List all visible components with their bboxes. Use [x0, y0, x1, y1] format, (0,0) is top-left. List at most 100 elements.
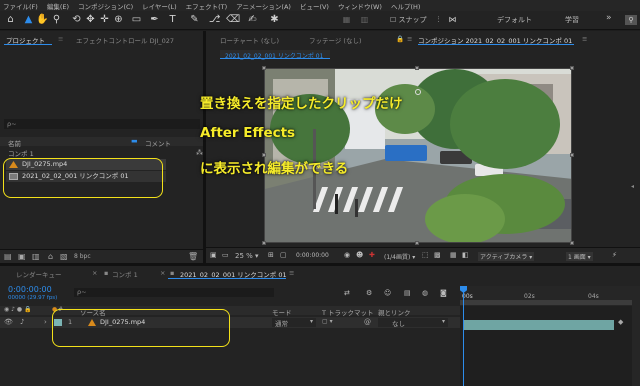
mask-icon[interactable]: ▢ — [280, 251, 287, 259]
visibility-eye-icon[interactable]: 👁 — [4, 318, 13, 326]
frame-blend-icon[interactable]: ▤ — [404, 289, 411, 297]
eraser-tool-icon[interactable]: ⌫ — [226, 13, 240, 27]
transform-handle-tl[interactable] — [262, 66, 266, 70]
menu-icon[interactable]: ≡ — [407, 35, 412, 43]
tab-effect-controls[interactable]: エフェクトコントロール DJI_027 — [76, 35, 174, 45]
trash-icon[interactable]: ▧ — [60, 252, 68, 261]
bpc-label[interactable]: 8 bpc — [74, 253, 91, 260]
delete-icon[interactable]: ⌂ — [48, 252, 53, 261]
current-time-display[interactable]: 0:00:00:00 — [296, 252, 329, 259]
project-item-comp1[interactable]: コンポ 1 — [8, 148, 34, 158]
tab-render-queue[interactable]: レンダーキュー — [16, 269, 62, 279]
transform-handle-tc[interactable] — [415, 66, 419, 70]
comp-mini-flowchart-icon[interactable]: ⇄ — [344, 289, 350, 297]
timeline-scrollbar[interactable] — [632, 286, 640, 386]
audio-icon[interactable]: ♪ — [20, 318, 24, 326]
shy-icon[interactable]: ☺ — [384, 289, 391, 297]
tab-footage[interactable]: フッテージ (なし) — [309, 35, 362, 45]
anchor-tool-icon[interactable]: ⊕ — [112, 13, 125, 27]
rectangle-tool-icon[interactable]: ▭ — [130, 13, 143, 27]
trash-delete-icon[interactable]: 🗑 — [188, 252, 198, 261]
trackmatte-select[interactable]: ▢ ▾ — [322, 318, 333, 325]
hand-tool-icon[interactable]: ✋ — [36, 13, 49, 27]
clone-stamp-tool-icon[interactable]: ⎇ — [208, 13, 221, 27]
menu-effect[interactable]: エフェクト(T) — [186, 1, 228, 11]
new-folder-icon[interactable]: ▣ — [18, 252, 26, 261]
view-layout-select[interactable]: 1 画面 ▾ — [566, 252, 593, 261]
grid-icon[interactable]: ⊞ — [268, 251, 274, 259]
new-comp-icon[interactable]: ▥ — [32, 252, 40, 261]
camera-tool-icon[interactable]: ✥ — [84, 13, 97, 27]
layer-duration-bar[interactable] — [464, 320, 614, 330]
puppet-tool-icon[interactable]: ✱ — [268, 13, 281, 27]
comp-breadcrumb[interactable]: 2021_02_02_001 リンクコンポ 01 — [220, 50, 330, 60]
workspace-default[interactable]: デフォルト — [497, 15, 532, 25]
selection-tool-icon[interactable]: ▲ — [22, 13, 35, 27]
snapshot-icon[interactable]: ◉ — [344, 251, 350, 259]
timeline-search-input[interactable]: ρ~ — [74, 288, 274, 297]
layer-end-marker-icon[interactable]: ◆ — [618, 318, 623, 326]
lock-icon[interactable]: 🔒 — [396, 35, 404, 43]
menu-layer[interactable]: レイヤー(L) — [142, 1, 177, 11]
zoom-select[interactable]: 25 % ▾ — [235, 252, 259, 260]
workspace-more[interactable]: » — [606, 13, 612, 23]
menu-help[interactable]: ヘルプ(H) — [391, 1, 420, 11]
pickwhip-icon[interactable]: @ — [364, 318, 371, 326]
panel-menu-icon[interactable]: ≡ — [582, 35, 587, 43]
menu-window[interactable]: ウィンドウ(W) — [338, 1, 382, 11]
timeline-area[interactable]: 00s 02s 04s ◆ — [460, 286, 640, 386]
tab-flowchart[interactable]: ローチャート (なし) — [220, 35, 279, 45]
snap-icon[interactable]: ⫶ — [432, 13, 445, 27]
col-mode-header[interactable]: モード — [272, 307, 292, 317]
pan-behind-tool-icon[interactable]: ✛ — [98, 13, 111, 27]
monitor-icon[interactable]: ▭ — [222, 251, 229, 259]
search-help-icon[interactable]: ⚲ — [625, 15, 637, 25]
align-icon[interactable]: ▦ — [340, 13, 353, 27]
layer-mode-select[interactable]: 通常 ▾ — [272, 318, 316, 328]
brush-tool-icon[interactable]: ✎ — [188, 13, 201, 27]
3d-view-icon[interactable]: ▦ — [450, 251, 457, 259]
channel-icon[interactable]: ✚ — [369, 251, 375, 259]
transform-handle-mr[interactable] — [570, 153, 574, 157]
fast-preview-icon[interactable]: ⚡ — [612, 251, 617, 259]
menu-file[interactable]: ファイル(F) — [3, 1, 38, 11]
transform-handle-bc[interactable] — [415, 241, 419, 245]
transform-handle-bl[interactable] — [262, 241, 266, 245]
resolution-select[interactable]: (1/4画質) ▾ — [384, 252, 415, 261]
preview-toggle-icon[interactable]: ▣ — [210, 251, 217, 259]
menu-view[interactable]: ビュー(V) — [300, 1, 329, 11]
time-ruler[interactable]: 00s 02s 04s — [460, 286, 632, 306]
pen-tool-icon[interactable]: ✒ — [148, 13, 161, 27]
playhead[interactable] — [463, 286, 464, 386]
close-icon[interactable]: × — [160, 269, 165, 277]
snap-checkbox[interactable]: ☐ スナップ — [390, 15, 427, 25]
anchor-point-icon[interactable] — [415, 89, 421, 95]
show-snapshot-icon[interactable]: ☻ — [356, 251, 363, 259]
motion-blur-icon[interactable]: ◍ — [422, 289, 428, 297]
snap-options-icon[interactable]: ⋈ — [446, 13, 459, 27]
zoom-tool-icon[interactable]: ⚲ — [50, 13, 63, 27]
menu-icon[interactable]: ≡ — [58, 35, 63, 43]
col-trackmatte-header[interactable]: T トラックマット — [322, 307, 374, 317]
transform-handle-br[interactable] — [570, 241, 574, 245]
close-icon[interactable]: × — [92, 269, 97, 277]
distribute-icon[interactable]: ▥ — [358, 13, 371, 27]
graph-editor-icon[interactable]: ◙ — [440, 289, 447, 297]
text-tool-icon[interactable]: T — [166, 13, 179, 27]
label-sort-icon[interactable]: ▬ — [131, 137, 138, 145]
project-search-input[interactable]: ρ~ — [4, 119, 200, 129]
interpret-footage-icon[interactable]: ▤ — [4, 252, 12, 261]
col-comment-header[interactable]: コメント — [145, 138, 171, 148]
panel-menu-icon[interactable]: ≡ — [289, 269, 294, 277]
tab-comp1[interactable]: コンポ 1 — [112, 269, 138, 279]
draft-3d-icon[interactable]: ◧ — [462, 251, 469, 259]
expand-arrow-icon[interactable]: › — [44, 318, 47, 326]
flowchart-icon[interactable]: ⁂ — [196, 149, 203, 157]
transparency-grid-icon[interactable]: ▩ — [434, 251, 441, 259]
roto-brush-tool-icon[interactable]: ✍ — [246, 13, 259, 27]
menu-composition[interactable]: コンポジション(C) — [78, 1, 133, 11]
col-parent-header[interactable]: 親とリンク — [378, 307, 411, 317]
col-name-header[interactable]: 名前 — [8, 138, 21, 148]
transform-handle-tr[interactable] — [570, 66, 574, 70]
roi-icon[interactable]: ⬚ — [422, 251, 429, 259]
